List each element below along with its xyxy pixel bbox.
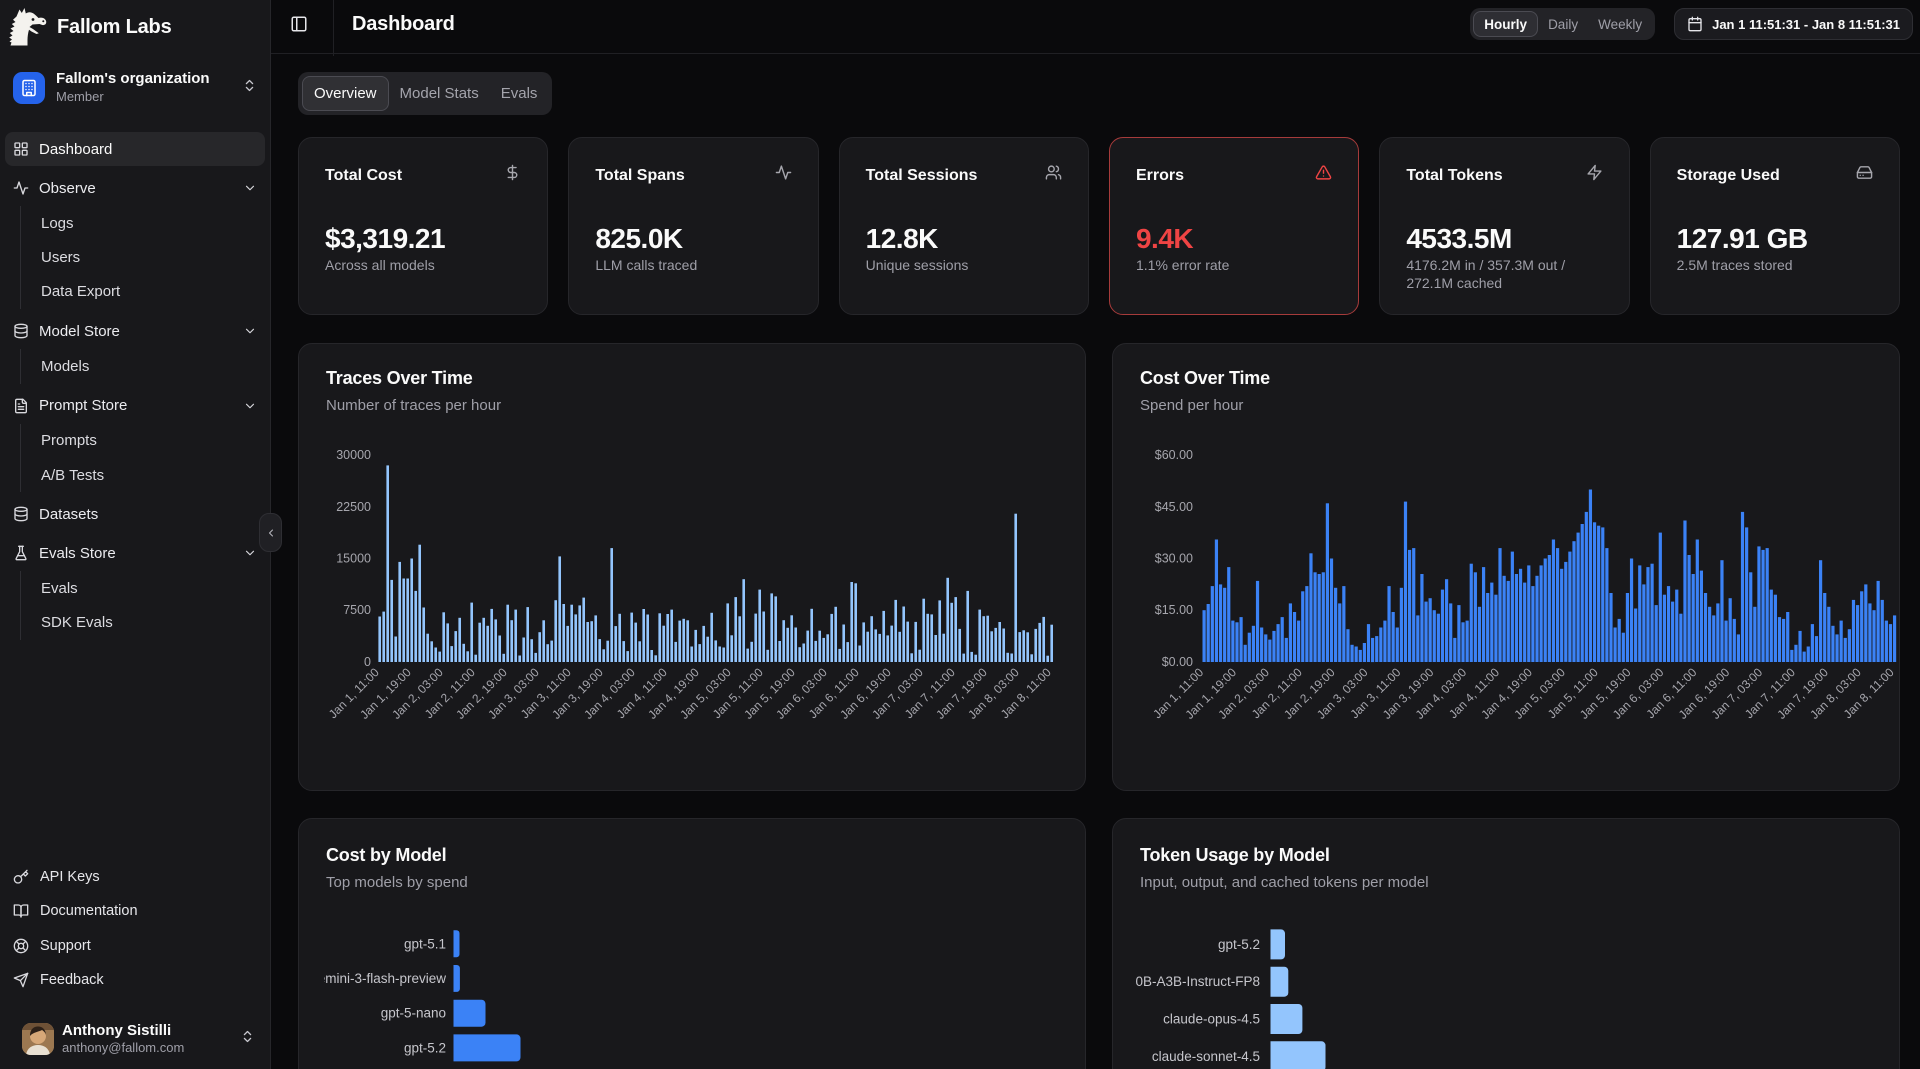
svg-text:7500: 7500 [343, 603, 371, 617]
svg-text:claude-opus-4.5: claude-opus-4.5 [1163, 1012, 1260, 1027]
svg-text:gpt-5.2: gpt-5.2 [404, 1040, 446, 1055]
svg-text:22500: 22500 [336, 500, 371, 514]
svg-text:30000: 30000 [336, 448, 371, 462]
svg-text:claude-sonnet-4.5: claude-sonnet-4.5 [1152, 1049, 1260, 1064]
svg-text:gpt-5.1: gpt-5.1 [404, 936, 446, 951]
svg-text:gpt-5.2: gpt-5.2 [1218, 937, 1260, 952]
svg-text:0B-A3B-Instruct-FP8: 0B-A3B-Instruct-FP8 [1135, 974, 1260, 989]
svg-text:$30.00: $30.00 [1155, 552, 1193, 566]
svg-text:gemini-3-flash-preview: gemini-3-flash-preview [310, 971, 446, 986]
svg-text:gpt-5-nano: gpt-5-nano [381, 1006, 446, 1021]
svg-text:15000: 15000 [336, 552, 371, 566]
svg-text:$0.00: $0.00 [1162, 655, 1193, 669]
svg-text:$45.00: $45.00 [1155, 500, 1193, 514]
svg-text:$60.00: $60.00 [1155, 448, 1193, 462]
svg-text:$15.00: $15.00 [1155, 603, 1193, 617]
